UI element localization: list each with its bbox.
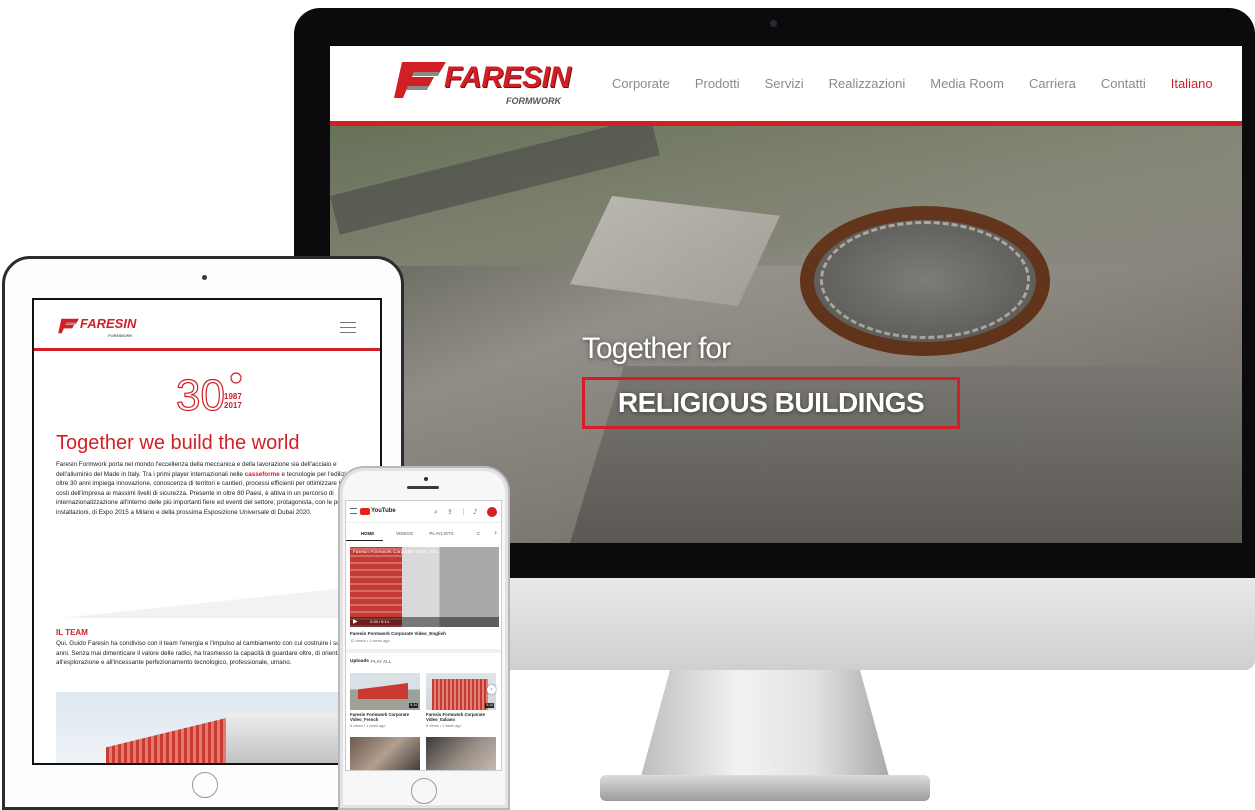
upload-title-french[interactable]: Faresin Formwork Corporate Video_French [350,712,420,723]
tablet-intro-paragraph: Faresin Formwork porta nel mondo l'eccel… [56,460,374,518]
upload-thumbnail-italiano[interactable]: 5:14 [426,673,496,710]
tablet-screen: FARESIN FORMWORK 30 1987 2017 Together w… [32,298,382,765]
nav-corporate[interactable]: Corporate [612,76,670,91]
notifications-bell-icon[interactable]: ♪ [473,508,477,516]
youtube-menu-icon[interactable] [350,508,357,514]
tablet-site-header: FARESIN FORMWORK [34,300,380,351]
anniversary-number: 30 [176,371,225,416]
nav-language-italiano[interactable]: Italiano [1171,76,1213,91]
nav-prodotti[interactable]: Prodotti [695,76,740,91]
phone-screen: YouTube ⌕ ⇪ ⋮ ♪ HOME VIDEOS PLAYLISTS C … [345,500,502,771]
play-all-button[interactable]: PLAY ALL [371,658,391,665]
carousel-next-icon[interactable]: › [487,685,496,694]
tab-playlists[interactable]: PLAYLISTS [420,527,457,541]
nav-carriera[interactable]: Carriera [1029,76,1076,91]
logo-subtitle: FORMWORK [506,96,561,106]
channel-tabs: HOME VIDEOS PLAYLISTS C [346,527,501,541]
upload-title-italiano[interactable]: Faresin Formwork Corporate Video_Italian… [426,712,496,723]
photo-office-building [226,714,346,763]
photo-red-facade [106,718,226,763]
desktop-monitor-base [600,775,930,801]
anniversary-year-from: 1987 [224,392,242,401]
section-divider [34,588,380,618]
upload-meta-french: 8 views • 1 week ago [350,724,386,728]
featured-video-meta: 12 views • 1 week ago [350,638,390,643]
nav-media-room[interactable]: Media Room [930,76,1004,91]
faresin-logo-emblem-icon[interactable] [58,318,80,334]
tablet-home-button[interactable] [192,772,218,798]
hero-headline: Together for [582,332,731,365]
upload-thumbnail[interactable] [426,737,496,770]
casseforme-link[interactable]: casseforme [245,471,280,478]
monitor-camera [770,20,777,27]
apps-grid-icon[interactable]: ⋮ [460,508,467,516]
tablet-page-title: Together we build the world [56,432,300,454]
section-separator [346,649,501,653]
featured-video-player[interactable]: Faresin Formwork Corporate Video_En... ▶… [350,547,499,627]
nav-contatti[interactable]: Contatti [1101,76,1146,91]
tablet-logo-wordmark[interactable]: FARESIN [80,317,136,331]
faresin-logo-emblem-icon[interactable] [394,60,448,100]
play-icon[interactable]: ▶ [353,617,358,627]
phone-home-button[interactable] [411,778,437,804]
tablet-logo-subtitle: FORMWORK [108,333,133,338]
video-controls: ▶ 2:09 / 5:14 [350,617,499,627]
tabs-scroll-right-icon[interactable]: › [494,528,497,538]
upload-meta-italiano: 8 views • 1 week ago [426,724,462,728]
account-avatar[interactable] [487,507,497,517]
video-overlay-title: Faresin Formwork Corporate Video_En... [353,550,441,555]
upload-thumbnail[interactable] [350,737,420,770]
headquarters-photo [56,692,380,763]
site-header: FARESIN FORMWORK Corporate Prodotti Serv… [330,46,1242,126]
phone-speaker [407,486,439,489]
nav-realizzazioni[interactable]: Realizzazioni [829,76,906,91]
youtube-logo-icon[interactable] [360,508,370,515]
logo-wordmark[interactable]: FARESIN [444,62,571,94]
video-time: 2:09 / 5:14 [370,619,389,624]
phone-camera [424,477,428,481]
hero-highlight-box: RELIGIOUS BUILDINGS [582,377,960,429]
anniversary-30-logo: 30 1987 2017 [176,370,242,416]
upload-icon[interactable]: ⇪ [447,508,453,516]
tablet-camera [202,275,207,280]
featured-video-title[interactable]: Faresin Formwork Corporate Video_English [350,631,500,637]
tab-channels[interactable]: C [457,527,494,541]
youtube-top-bar: YouTube ⌕ ⇪ ⋮ ♪ [346,501,501,523]
desktop-monitor-stand [640,670,890,780]
thumbnail-building [358,683,408,699]
tab-home[interactable]: HOME [346,527,383,541]
main-navigation: Corporate Prodotti Servizi Realizzazioni… [612,76,1238,91]
anniversary-year-to: 2017 [224,401,242,410]
thumbnail-building [432,679,488,710]
search-icon[interactable]: ⌕ [434,508,438,516]
hamburger-menu-icon[interactable] [340,322,356,333]
upload-thumbnail-french[interactable]: 5:14 [350,673,420,710]
uploads-heading: Uploads [350,659,369,664]
tab-videos[interactable]: VIDEOS [383,527,420,541]
team-heading: IL TEAM [56,628,88,637]
nav-servizi[interactable]: Servizi [765,76,804,91]
youtube-logo-text[interactable]: YouTube [371,507,396,515]
hero-highlight-text: RELIGIOUS BUILDINGS [617,387,925,418]
video-frame-formwork [350,547,402,627]
degree-circle-icon [230,372,242,384]
video-duration: 5:14 [485,703,494,708]
team-paragraph: Qui, Guido Faresin ha condiviso con il t… [56,640,373,667]
video-duration: 5:14 [409,703,418,708]
